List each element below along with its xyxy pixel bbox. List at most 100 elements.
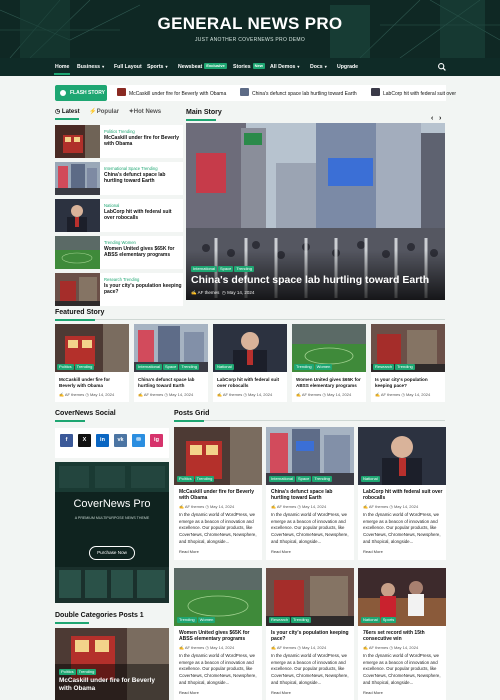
list-item[interactable]: National LabCorp hit with federal suit o… xyxy=(55,199,183,232)
category-tag[interactable]: Trending xyxy=(294,364,314,370)
read-more-link[interactable]: Read More xyxy=(363,549,383,554)
article-title[interactable]: Women United gives $65K for ABSS element… xyxy=(296,377,364,389)
category-tag[interactable]: National xyxy=(215,364,234,370)
article-title[interactable]: McCaskill under fire for Beverly with Ob… xyxy=(179,489,259,502)
category-tag[interactable]: Trending xyxy=(234,266,254,272)
category-tag[interactable]: Trending xyxy=(312,476,332,482)
author[interactable]: AF themes xyxy=(223,392,242,397)
article-title[interactable]: 76ers set record with 15th consecutive w… xyxy=(363,630,443,643)
category-tag[interactable]: Politics xyxy=(177,476,194,482)
author[interactable]: AF themes xyxy=(185,504,204,509)
nav-item-stories[interactable]: Stories New xyxy=(233,58,265,76)
category-tag[interactable]: Politics xyxy=(57,364,74,370)
list-item[interactable]: Trending Women Women United gives $65K f… xyxy=(55,236,183,269)
article-title[interactable]: China's defunct space lab hurtling towar… xyxy=(104,172,182,185)
nav-item-docs[interactable]: Docs ▾ xyxy=(310,58,327,76)
category-tag[interactable]: Trending xyxy=(291,617,311,623)
tab-hot-news[interactable]: ✦Hot News xyxy=(129,109,165,115)
promo-banner[interactable]: CoverNews Pro A PREMIUM MULTIPURPOSE NEW… xyxy=(55,462,169,603)
category-label[interactable]: International Space Trending xyxy=(104,166,158,171)
category-tag[interactable]: Research xyxy=(373,364,395,370)
article-title[interactable]: Women United gives $65K for ABSS element… xyxy=(104,246,182,259)
read-more-link[interactable]: Read More xyxy=(271,690,291,695)
purchase-now-button[interactable]: Purchase Now xyxy=(89,546,135,560)
featured-card[interactable]: Research Trending Is your city's populati… xyxy=(371,324,445,402)
category-tag[interactable]: Space xyxy=(163,364,179,370)
author[interactable]: AF themes xyxy=(277,645,296,650)
nav-item-business[interactable]: Business ▾ xyxy=(77,58,104,76)
nav-item-upgrade[interactable]: Upgrade xyxy=(337,58,358,76)
nav-item-all-demos[interactable]: All Demos ▾ xyxy=(270,58,299,76)
category-tag[interactable]: Trending xyxy=(194,476,215,482)
author[interactable]: AF themes xyxy=(198,290,220,295)
list-item[interactable]: International Space Trending China's def… xyxy=(55,162,183,195)
read-more-link[interactable]: Read More xyxy=(363,690,383,695)
category-tag[interactable]: Trending xyxy=(395,364,415,370)
category-tag[interactable]: Sports xyxy=(380,617,397,623)
read-more-link[interactable]: Read More xyxy=(179,690,199,695)
main-story-title[interactable]: China's defunct space lab hurtling towar… xyxy=(191,274,429,286)
category-tag[interactable]: Space xyxy=(296,476,312,482)
category-label[interactable]: Trending Women xyxy=(104,240,136,245)
category-tag[interactable]: International xyxy=(136,364,163,370)
author[interactable]: AF themes xyxy=(381,392,400,397)
chevron-left-icon[interactable]: ‹ xyxy=(431,115,433,122)
author[interactable]: AF themes xyxy=(65,392,84,397)
instagram-icon[interactable]: ig xyxy=(150,434,163,447)
article-title[interactable]: McCaskill under fire for Beverly with Ob… xyxy=(59,377,127,389)
nav-item-full-layout[interactable]: Full Layout xyxy=(114,58,142,76)
author[interactable]: AF themes xyxy=(185,645,204,650)
grid-card[interactable]: National LabCorp hit with federal suit o… xyxy=(358,427,446,560)
ticker-item[interactable]: LabCorp hit with federal suit over xyxy=(371,88,456,98)
site-title[interactable]: GENERAL NEWS PRO xyxy=(0,14,500,34)
article-title[interactable]: Women United gives $65K for ABSS element… xyxy=(179,630,259,643)
category-tag[interactable]: Research xyxy=(269,617,291,623)
category-tag[interactable]: Trending xyxy=(76,669,97,675)
author[interactable]: AF themes xyxy=(369,504,388,509)
x-icon[interactable]: X xyxy=(78,434,91,447)
grid-card[interactable]: Trending Women Women United gives $65K fo… xyxy=(174,568,262,700)
nav-item-newsbeat[interactable]: Newsbeat Exclusive xyxy=(178,58,227,76)
grid-card[interactable]: International Space Trending China's defun… xyxy=(266,427,354,560)
ticker-item[interactable]: McCaskill under fire for Beverly with Ob… xyxy=(117,88,226,98)
chevron-right-icon[interactable]: › xyxy=(439,115,441,122)
article-title[interactable]: Is your city's population keeping pace? xyxy=(375,377,443,389)
nav-item-sports[interactable]: Sports ▾ xyxy=(147,58,167,76)
author[interactable]: AF themes xyxy=(369,645,388,650)
list-item[interactable]: Research Trending Is your city's populat… xyxy=(55,273,183,306)
article-title[interactable]: China's defunct space lab hurtling towar… xyxy=(138,377,206,389)
featured-card[interactable]: International Space Trending China's defun… xyxy=(134,324,208,402)
category-tag[interactable]: Space xyxy=(218,266,234,272)
article-title[interactable]: China's defunct space lab hurtling towar… xyxy=(271,489,351,502)
facebook-icon[interactable]: f xyxy=(60,434,73,447)
vk-icon[interactable]: vk xyxy=(114,434,127,447)
article-title[interactable]: McCaskill under fire for Beverly with Ob… xyxy=(59,677,165,693)
email-icon[interactable]: ✉ xyxy=(132,434,145,447)
author[interactable]: AF themes xyxy=(277,504,296,509)
linkedin-icon[interactable]: in xyxy=(96,434,109,447)
grid-card[interactable]: National Sports 76ers set record with 15t… xyxy=(358,568,446,700)
category-label[interactable]: Politics Trending xyxy=(104,129,135,134)
author[interactable]: AF themes xyxy=(144,392,163,397)
featured-card[interactable]: Trending Women Women United gives $65K fo… xyxy=(292,324,366,402)
category-tag[interactable]: Trending xyxy=(177,617,197,623)
category-tag[interactable]: Trending xyxy=(74,364,95,370)
list-item[interactable]: Politics Trending McCaskill under fire f… xyxy=(55,125,183,158)
category-tag[interactable]: Women xyxy=(197,617,216,623)
category-tag[interactable]: International xyxy=(269,476,296,482)
article-title[interactable]: LabCorp hit with federal suit over roboc… xyxy=(104,209,182,222)
ticker-item[interactable]: China's defunct space lab hurtling towar… xyxy=(240,88,357,98)
read-more-link[interactable]: Read More xyxy=(179,549,199,554)
category-tag[interactable]: National xyxy=(361,476,380,482)
category-tag[interactable]: Women xyxy=(314,364,333,370)
article-title[interactable]: Is your city's population keeping pace? xyxy=(104,283,182,296)
featured-card[interactable]: National LabCorp hit with federal suit o… xyxy=(213,324,287,402)
category-tag[interactable]: Politics xyxy=(59,669,76,675)
tab-latest[interactable]: ◷ Latest xyxy=(55,109,84,115)
category-tag[interactable]: International xyxy=(191,266,218,272)
featured-card[interactable]: Politics Trending McCaskill under fire fo… xyxy=(55,324,129,402)
double-categories-card[interactable]: Politics Trending McCaskill under fire fo… xyxy=(55,628,169,700)
read-more-link[interactable]: Read More xyxy=(271,549,291,554)
grid-card[interactable]: Politics Trending McCaskill under fire fo… xyxy=(174,427,262,560)
article-title[interactable]: McCaskill under fire for Beverly with Ob… xyxy=(104,135,182,148)
